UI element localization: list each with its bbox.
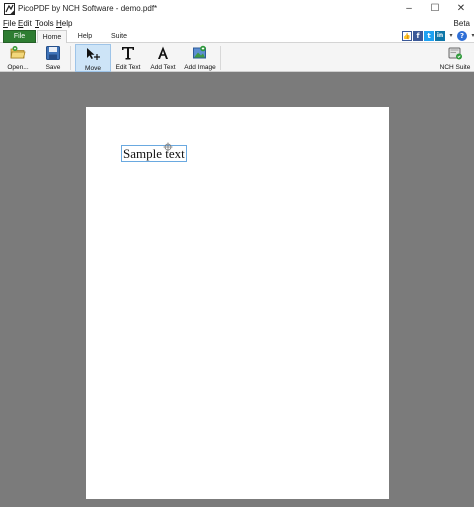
edit-text-button[interactable]: Edit Text <box>112 44 144 72</box>
like-icon[interactable]: 👍 <box>402 31 412 41</box>
window-title: PicoPDF by NCH Software - demo.pdf* <box>18 4 158 13</box>
add-text-icon <box>155 45 171 61</box>
social-toolbar: 👍 f t in ▾ ? ▾ <box>402 31 474 41</box>
help-icon[interactable]: ? <box>457 31 467 41</box>
add-image-label: Add Image <box>184 64 216 71</box>
sample-text-box[interactable]: Sample text <box>121 145 187 162</box>
menu-tools[interactable]: Tools <box>35 19 54 28</box>
menu-file[interactable]: File <box>3 19 16 28</box>
facebook-icon[interactable]: f <box>413 31 423 41</box>
tab-suite[interactable]: Suite <box>104 30 134 43</box>
maximize-button[interactable]: ☐ <box>422 0 448 18</box>
open-button[interactable]: Open... <box>4 44 32 72</box>
nch-suite-button[interactable]: NCH Suite <box>438 44 472 72</box>
tab-file[interactable]: File <box>3 30 36 43</box>
menu-bar: File Edit Tools Help Beta <box>0 18 474 29</box>
title-bar: PicoPDF by NCH Software - demo.pdf* – ☐ … <box>0 0 474 18</box>
tab-help[interactable]: Help <box>70 30 100 43</box>
move-tool-button[interactable]: Move <box>75 44 111 72</box>
nch-suite-icon <box>447 45 463 61</box>
edit-text-label: Edit Text <box>115 64 141 71</box>
pdf-page[interactable]: Sample text <box>86 107 389 499</box>
menu-help[interactable]: Help <box>56 19 72 28</box>
help-dropdown-icon[interactable]: ▾ <box>468 31 474 41</box>
add-text-button[interactable]: Add Text <box>146 44 180 72</box>
close-icon: ✕ <box>456 3 466 14</box>
twitter-icon[interactable]: t <box>424 31 434 41</box>
save-disk-icon <box>45 45 61 61</box>
maximize-icon: ☐ <box>430 3 440 14</box>
save-button[interactable]: Save <box>40 44 66 72</box>
menu-edit[interactable]: Edit <box>18 19 32 28</box>
nch-suite-label: NCH Suite <box>439 64 471 71</box>
move-handle-icon[interactable] <box>163 142 173 152</box>
open-label: Open... <box>7 64 29 71</box>
add-image-button[interactable]: Add Image <box>183 44 217 72</box>
ribbon-separator <box>220 46 221 70</box>
ribbon-separator <box>70 46 71 70</box>
edit-text-icon <box>120 45 136 61</box>
ribbon-toolbar: Open... Save Move Edit Text Add Text Add… <box>0 43 474 72</box>
dropdown-icon[interactable]: ▾ <box>446 31 456 41</box>
move-label: Move <box>85 65 101 72</box>
minimize-button[interactable]: – <box>396 0 422 18</box>
tab-home[interactable]: Home <box>37 30 67 44</box>
add-image-icon <box>192 45 208 61</box>
document-workspace[interactable]: Sample text <box>0 72 474 507</box>
linkedin-icon[interactable]: in <box>435 31 445 41</box>
move-cursor-icon <box>85 46 101 62</box>
open-folder-icon <box>10 45 26 61</box>
save-label: Save <box>45 64 61 71</box>
beta-label: Beta <box>453 19 470 28</box>
picopdf-app-icon <box>4 3 15 15</box>
add-text-label: Add Text <box>150 64 176 71</box>
minimize-icon: – <box>406 3 412 14</box>
close-button[interactable]: ✕ <box>448 0 474 18</box>
